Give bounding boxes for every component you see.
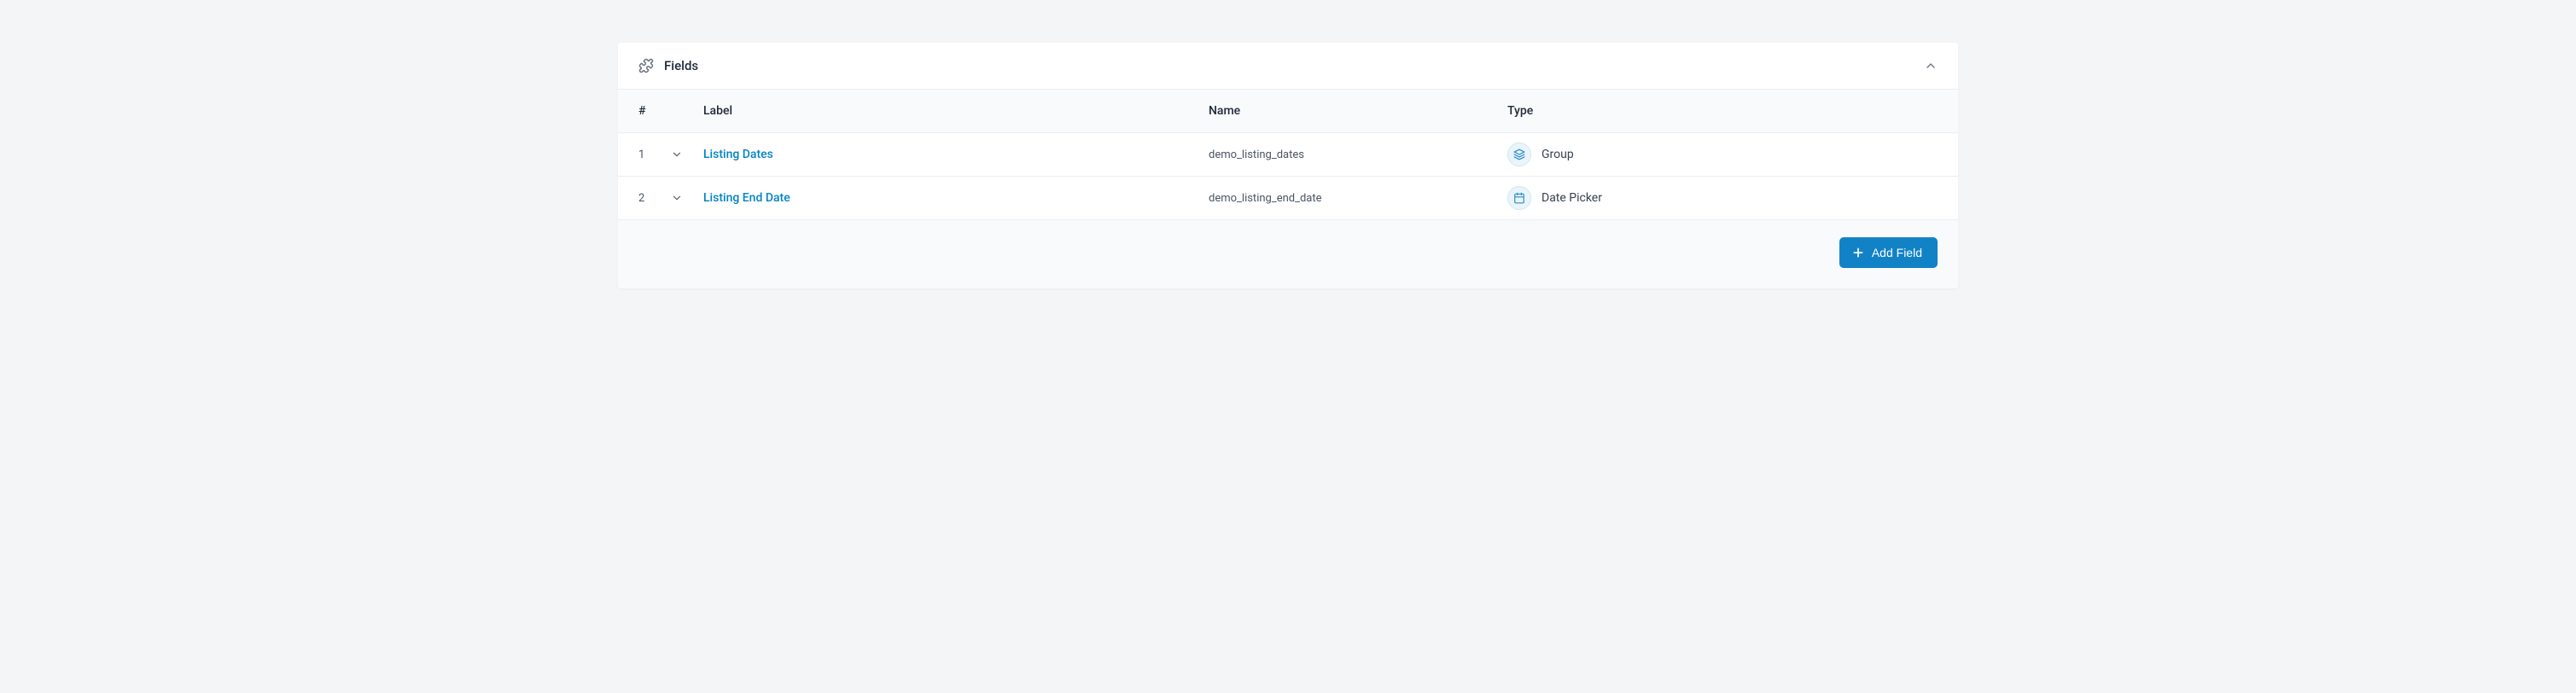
row-order: 1 <box>638 148 671 161</box>
chevron-down-icon[interactable] <box>671 148 703 160</box>
panel-header[interactable]: Fields <box>618 43 1958 90</box>
field-type: Date Picker <box>1542 191 1602 205</box>
column-header-order: # <box>638 104 703 118</box>
table-row[interactable]: 2 Listing End Date demo_listing_end_date… <box>618 177 1958 220</box>
row-order: 2 <box>638 192 671 205</box>
column-header-type: Type <box>1507 104 1938 118</box>
field-label-link[interactable]: Listing End Date <box>703 191 790 205</box>
calendar-icon <box>1507 186 1531 210</box>
add-field-button[interactable]: Add Field <box>1839 237 1938 268</box>
add-field-label: Add Field <box>1872 246 1922 259</box>
layers-icon <box>1507 143 1531 166</box>
table-row[interactable]: 1 Listing Dates demo_listing_dates Group <box>618 133 1958 177</box>
fields-panel: Fields # Label Name Type 1 Listing Dates… <box>618 43 1958 288</box>
field-name: demo_listing_dates <box>1209 148 1304 161</box>
panel-footer: Add Field <box>618 220 1958 288</box>
column-header-name: Name <box>1209 104 1507 118</box>
plus-icon <box>1851 246 1865 259</box>
field-label-link[interactable]: Listing Dates <box>703 148 773 161</box>
field-type: Group <box>1542 148 1574 161</box>
chevron-down-icon[interactable] <box>671 192 703 204</box>
column-header-label: Label <box>703 104 1209 118</box>
puzzle-icon <box>638 58 654 73</box>
table-header-row: # Label Name Type <box>618 90 1958 133</box>
panel-title: Fields <box>664 58 698 73</box>
field-name: demo_listing_end_date <box>1209 192 1322 205</box>
chevron-up-icon[interactable] <box>1924 59 1938 73</box>
